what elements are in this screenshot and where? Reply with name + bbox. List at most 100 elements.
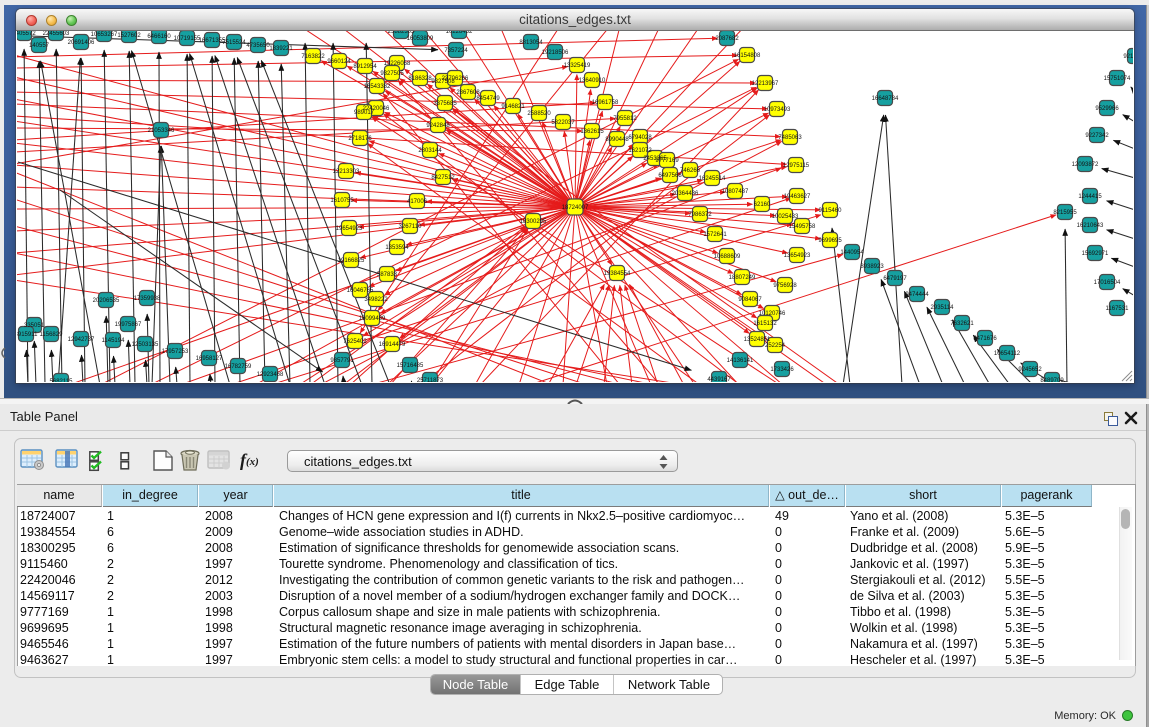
svg-text:10654112: 10654112 xyxy=(994,351,1021,357)
svg-text:8454749: 8454749 xyxy=(476,96,500,102)
svg-text:1527602: 1527602 xyxy=(117,33,141,39)
svg-text:62160: 62160 xyxy=(754,202,771,208)
svg-text:16543382: 16543382 xyxy=(364,84,391,90)
svg-text:18300295: 18300295 xyxy=(520,219,547,225)
svg-text:14136141: 14136141 xyxy=(727,358,754,364)
svg-text:7163822: 7163822 xyxy=(301,54,325,60)
svg-text:335051: 335051 xyxy=(24,323,45,329)
svg-text:18807249: 18807249 xyxy=(729,275,756,281)
svg-text:12503135: 12503135 xyxy=(132,342,159,348)
svg-text:15495758: 15495758 xyxy=(789,224,816,230)
svg-text:16046765: 16046765 xyxy=(347,288,374,294)
svg-text:16154808: 16154808 xyxy=(734,53,761,59)
svg-text:1156829: 1156829 xyxy=(40,332,64,338)
svg-text:1167531: 1167531 xyxy=(1106,306,1130,312)
svg-text:8471676: 8471676 xyxy=(973,336,997,342)
svg-text:1405572: 1405572 xyxy=(17,31,36,37)
svg-text:13325419: 13325419 xyxy=(564,63,591,69)
svg-text:1572641: 1572641 xyxy=(703,232,727,238)
svg-text:13226058: 13226058 xyxy=(384,61,411,67)
svg-text:1733426: 1733426 xyxy=(770,367,794,373)
svg-text:22455603: 22455603 xyxy=(43,31,70,37)
svg-text:9084067: 9084067 xyxy=(738,297,762,303)
svg-text:10025433: 10025433 xyxy=(772,214,799,220)
svg-text:12923468: 12923468 xyxy=(257,372,284,378)
svg-text:21053346: 21053346 xyxy=(148,128,175,134)
svg-text:5682115: 5682115 xyxy=(50,379,74,382)
svg-text:17016504: 17016504 xyxy=(1094,280,1121,286)
svg-text:2718176: 2718176 xyxy=(348,136,372,142)
svg-text:17359938: 17359938 xyxy=(134,296,161,302)
svg-text:19463627: 19463627 xyxy=(784,194,811,200)
svg-text:1615132: 1615132 xyxy=(753,321,777,327)
svg-text:3375685: 3375685 xyxy=(433,101,457,107)
svg-text:1440954: 1440954 xyxy=(840,250,864,256)
svg-text:6479197: 6479197 xyxy=(883,276,907,282)
svg-text:16245514: 16245514 xyxy=(699,176,726,182)
svg-text:140557: 140557 xyxy=(29,43,50,49)
svg-text:15751074: 15751074 xyxy=(1104,76,1131,82)
svg-text:19384554: 19384554 xyxy=(604,271,631,277)
svg-text:7625402: 7625402 xyxy=(343,339,367,345)
svg-text:20206535: 20206535 xyxy=(93,298,120,304)
svg-text:6466160: 6466160 xyxy=(147,34,171,40)
svg-text:1610755: 1610755 xyxy=(330,198,354,204)
svg-text:16648784: 16648784 xyxy=(872,96,899,102)
svg-text:3267110: 3267110 xyxy=(399,224,423,230)
svg-text:6497568: 6497568 xyxy=(658,173,682,179)
svg-text:10719155: 10719155 xyxy=(174,36,201,42)
svg-text:19975867: 19975867 xyxy=(115,322,142,328)
svg-text:4439167: 4439167 xyxy=(707,377,731,382)
svg-text:1244415: 1244415 xyxy=(1078,194,1102,200)
svg-text:2935114: 2935114 xyxy=(931,305,955,311)
svg-text:12975115: 12975115 xyxy=(783,163,810,169)
svg-text:9777169: 9777169 xyxy=(655,158,679,164)
svg-text:7485063: 7485063 xyxy=(778,135,802,141)
svg-text:10973493: 10973493 xyxy=(764,107,791,113)
svg-text:12213303: 12213303 xyxy=(333,169,360,175)
svg-text:10807487: 10807487 xyxy=(722,189,749,195)
svg-text:20691406: 20691406 xyxy=(68,40,95,46)
svg-text:7632621: 7632621 xyxy=(950,321,974,327)
svg-text:8912954: 8912954 xyxy=(353,64,377,70)
svg-text:417006: 417006 xyxy=(407,199,428,205)
svg-text:16099489: 16099489 xyxy=(359,316,386,322)
svg-text:9217207: 9217207 xyxy=(1123,54,1133,60)
svg-text:2087682: 2087682 xyxy=(715,36,739,42)
svg-text:5822037: 5822037 xyxy=(551,120,575,126)
svg-text:1145194: 1145194 xyxy=(102,338,126,344)
svg-text:7515524: 7515524 xyxy=(222,40,246,46)
svg-text:16958127: 16958127 xyxy=(196,356,223,362)
svg-text:4735650: 4735650 xyxy=(246,43,270,49)
svg-text:1353594: 1353594 xyxy=(385,245,409,251)
svg-text:19166825: 19166825 xyxy=(338,258,365,264)
svg-text:8186328: 8186328 xyxy=(408,76,432,82)
svg-text:15716485: 15716485 xyxy=(397,363,424,369)
svg-text:9474444: 9474444 xyxy=(905,292,929,298)
svg-text:2588520: 2588520 xyxy=(527,111,551,117)
svg-text:9327505: 9327505 xyxy=(380,71,404,77)
svg-text:9857791: 9857791 xyxy=(330,358,354,364)
svg-text:20364436: 20364436 xyxy=(672,191,699,197)
svg-text:9146821: 9146821 xyxy=(501,104,525,110)
svg-text:12093872: 12093872 xyxy=(1072,162,1099,168)
svg-text:25882305: 25882305 xyxy=(388,31,415,35)
svg-text:19218506: 19218506 xyxy=(542,50,569,56)
svg-text:587833: 587833 xyxy=(377,272,398,278)
svg-text:8938923: 8938923 xyxy=(860,264,884,270)
svg-text:9242848: 9242848 xyxy=(426,123,450,129)
svg-text:12213967: 12213967 xyxy=(752,81,779,87)
svg-text:10653267: 10653267 xyxy=(91,32,118,38)
svg-text:2803144: 2803144 xyxy=(418,148,442,154)
svg-text:10120746: 10120746 xyxy=(759,311,786,317)
svg-text:8990448: 8990448 xyxy=(605,137,629,143)
svg-text:13640910: 13640910 xyxy=(579,78,606,84)
svg-text:8813054: 8813054 xyxy=(519,40,543,46)
svg-text:8489709: 8489709 xyxy=(1040,378,1064,382)
svg-text:989017: 989017 xyxy=(354,110,375,116)
svg-text:16053809: 16053809 xyxy=(407,36,434,42)
svg-text:3915911: 3915911 xyxy=(17,332,38,338)
svg-text:16782759: 16782759 xyxy=(225,364,252,370)
svg-text:9245652: 9245652 xyxy=(1018,367,1042,373)
svg-text:9115460: 9115460 xyxy=(819,208,843,214)
